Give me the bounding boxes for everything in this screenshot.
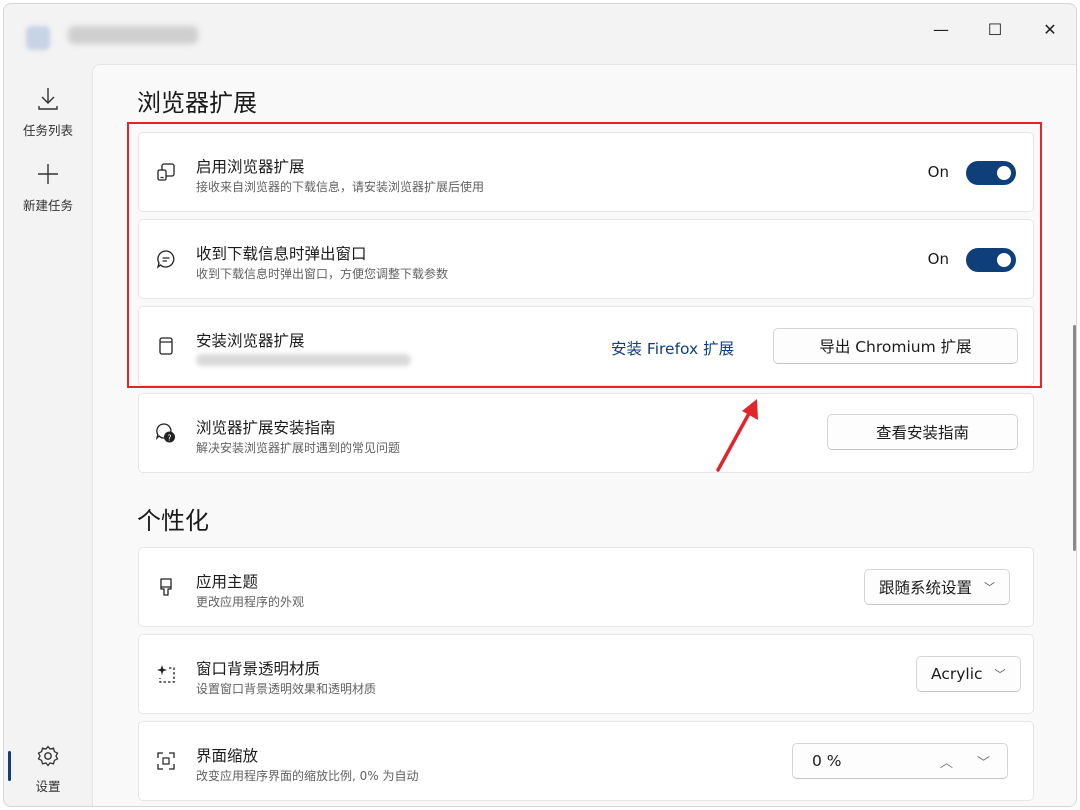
sidebar-item-label: 新建任务 [22,198,73,213]
theme-select-value: 跟随系统设置 [879,579,973,597]
close-button[interactable]: ✕ [1028,14,1072,44]
theme-select[interactable]: 跟随系统设置 ﹀ [864,569,1011,605]
enable-extension-toggle[interactable] [966,161,1016,185]
backdrop-select[interactable]: Acrylic ﹀ [916,656,1021,692]
gear-icon [36,745,60,772]
setting-install-extension: 安装浏览器扩展 安装 Firefox 扩展 导出 Chromium 扩展 [138,306,1034,386]
view-guide-button[interactable]: 查看安装指南 [827,414,1018,450]
setting-title: 界面缩放 [196,747,259,765]
scale-number-box[interactable]: 0 % ︿ ﹀ [792,743,1008,779]
sidebar-item-label: 设置 [35,779,61,794]
setting-window-backdrop: 窗口背景透明材质 设置窗口背景透明效果和透明材质 Acrylic ﹀ [138,634,1034,714]
popup-window-toggle[interactable] [966,248,1016,272]
chat-bubble-icon [155,248,177,270]
section-title-personalization: 个性化 [137,507,209,535]
settings-content: 浏览器扩展 启用浏览器扩展 接收来自浏览器的下载信息，请安装浏览器扩展后使用 O… [92,64,1076,806]
sidebar-item-task-list[interactable]: 任务列表 [10,86,86,139]
chevron-up-icon[interactable]: ︿ [940,752,953,771]
annotation-arrow-icon [716,399,758,472]
setting-install-guide: ? 浏览器扩展安装指南 解决安装浏览器扩展时遇到的常见问题 查看安装指南 [138,393,1034,473]
toggle-state-label: On [927,163,949,181]
backdrop-select-value: Acrylic [931,665,983,683]
sidebar-item-label: 任务列表 [22,123,73,138]
section-title-browser-extension: 浏览器扩展 [137,89,257,117]
export-chromium-button[interactable]: 导出 Chromium 扩展 [773,328,1018,364]
sparkle-frame-icon [155,663,177,685]
setting-title: 安装浏览器扩展 [196,332,305,350]
sidebar-item-new-task[interactable]: 新建任务 [10,161,86,214]
app-title-blurred [68,26,198,44]
setting-description: 改变应用程序界面的缩放比例, 0% 为自动 [196,769,419,783]
sidebar-item-settings[interactable]: 设置 [10,744,86,795]
scrollbar-thumb[interactable] [1073,325,1076,551]
install-firefox-link[interactable]: 安装 Firefox 扩展 [611,337,734,359]
toggle-knob [997,166,1011,180]
setting-title: 浏览器扩展安装指南 [196,419,336,437]
setting-title: 启用浏览器扩展 [196,158,305,176]
help-chat-icon: ? [155,422,177,444]
setting-title: 应用主题 [196,573,259,591]
setting-description: 接收来自浏览器的下载信息，请安装浏览器扩展后使用 [196,180,485,194]
setting-title: 窗口背景透明材质 [196,660,321,678]
chevron-down-icon: ﹀ [994,668,1006,681]
scale-value: 0 % [812,752,842,770]
extension-device-icon [155,161,177,183]
app-window: — ☐ ✕ 任务列表 新建任务 设置 浏览器扩展 启用浏览器扩展 接收来自浏览器… [3,3,1077,807]
resize-frame-icon [155,750,177,772]
setting-title: 收到下载信息时弹出窗口 [196,245,367,263]
setting-ui-scale: 界面缩放 改变应用程序界面的缩放比例, 0% 为自动 0 % ︿ ﹀ [138,721,1034,801]
app-logo-icon [26,26,50,50]
minimize-button[interactable]: — [919,14,963,44]
setting-description: 更改应用程序的外观 [196,595,305,609]
setting-description: 设置窗口背景透明效果和透明材质 [196,682,377,696]
setting-description: 解决安装浏览器扩展时遇到的常见问题 [196,441,401,455]
paint-brush-icon [155,576,177,598]
setting-description: 收到下载信息时弹出窗口，方便您调整下载参数 [196,267,449,281]
blurred-description [196,354,411,366]
svg-text:?: ? [167,433,171,442]
maximize-button[interactable]: ☐ [973,14,1017,44]
setting-enable-extension: 启用浏览器扩展 接收来自浏览器的下载信息，请安装浏览器扩展后使用 On [138,132,1034,212]
browser-window-icon [155,335,177,357]
chevron-down-icon[interactable]: ﹀ [977,752,990,771]
setting-popup-window: 收到下载信息时弹出窗口 收到下载信息时弹出窗口，方便您调整下载参数 On [138,219,1034,299]
title-bar: — ☐ ✕ [4,4,1076,64]
sidebar: 任务列表 新建任务 设置 [4,64,90,806]
chevron-down-icon: ﹀ [984,581,996,594]
download-icon [36,88,60,116]
toggle-state-label: On [927,250,949,268]
toggle-knob [997,253,1011,267]
setting-app-theme: 应用主题 更改应用程序的外观 跟随系统设置 ﹀ [138,547,1034,627]
plus-icon [36,164,60,191]
